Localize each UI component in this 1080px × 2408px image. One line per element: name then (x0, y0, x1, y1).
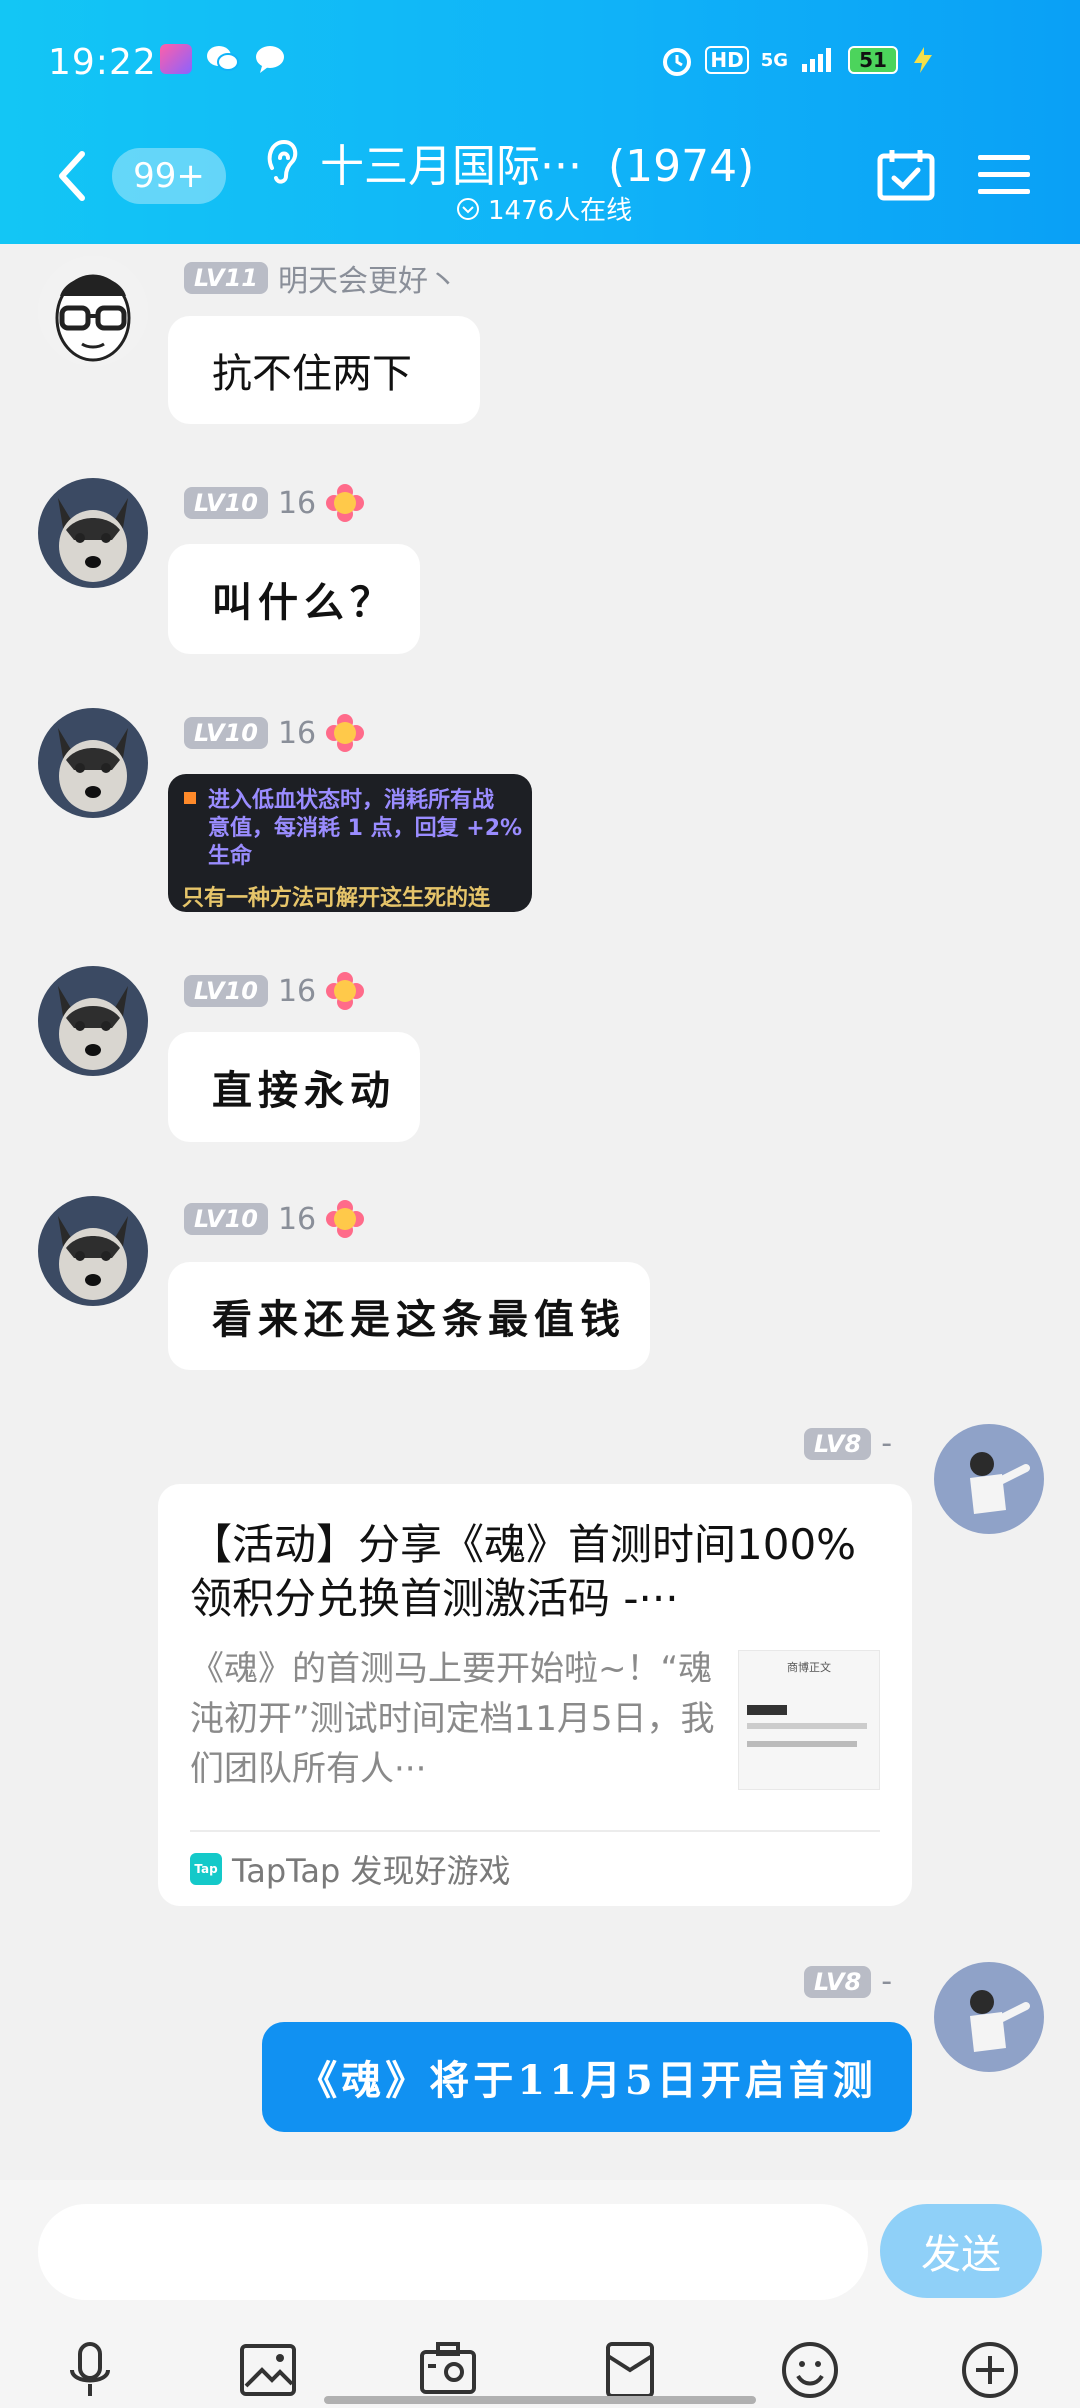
avatar[interactable] (38, 478, 148, 588)
home-indicator[interactable] (324, 2396, 756, 2404)
menu-icon[interactable] (976, 152, 1032, 198)
level-badge: LV8 (804, 1965, 872, 1998)
avatar[interactable] (38, 1196, 148, 1306)
avatar[interactable] (38, 256, 148, 366)
husky-avatar-icon (38, 478, 148, 588)
image-message[interactable]: 进入低血状态时，消耗所有战 意值，每消耗 1 点，回复 +2% 生命 只有一种方… (168, 774, 532, 912)
message-bubble[interactable]: 看来还是这条最值钱 (168, 1262, 650, 1370)
message-text: 直接永动 (212, 1067, 396, 1114)
sender-name[interactable]: 16 (278, 486, 316, 521)
status-system-icons: HD 5G 51 (661, 44, 936, 76)
chevron-down-circle-icon (457, 197, 479, 220)
status-app-icons (160, 44, 286, 74)
battery-icon: 51 (848, 46, 898, 74)
avatar[interactable] (38, 708, 148, 818)
message-meta: LV10 16 (184, 484, 365, 522)
sender-name[interactable]: - (881, 1964, 892, 1999)
sender-name[interactable]: - (881, 1426, 892, 1461)
calendar-check-icon[interactable] (876, 148, 936, 202)
message-icon (256, 46, 284, 73)
network-label: 5G (760, 49, 788, 71)
sender-name[interactable]: 16 (278, 716, 316, 751)
self-avatar[interactable] (934, 1962, 1044, 2072)
message-meta: LV11 明天会更好丶 (184, 256, 458, 300)
message-input[interactable] (38, 2204, 868, 2300)
message-text: 抗不住两下 (212, 351, 412, 397)
flower-face-icon (326, 484, 365, 522)
sender-name[interactable]: 明天会更好丶 (278, 256, 458, 300)
message-meta: LV10 16 (184, 1200, 365, 1238)
red-packet-icon[interactable] (600, 2340, 660, 2400)
husky-avatar-icon (38, 966, 148, 1076)
camera-icon[interactable] (418, 2340, 478, 2400)
message-meta: LV10 16 (184, 714, 365, 752)
message-meta: LV10 16 (184, 972, 365, 1010)
level-badge: LV10 (184, 487, 268, 519)
signal-icon (802, 48, 831, 72)
charging-icon (914, 47, 932, 73)
sender-name[interactable]: 16 (278, 974, 316, 1009)
person-avatar-icon (934, 1962, 1044, 2072)
status-time: 19:22 (48, 42, 157, 83)
person-avatar-icon (934, 1424, 1044, 1534)
message-text: 叫什么？ (212, 579, 396, 626)
avatar[interactable] (38, 966, 148, 1076)
message-bubble[interactable]: 直接永动 (168, 1032, 420, 1142)
hd-icon: HD (705, 46, 749, 74)
photo-icon[interactable] (238, 2340, 298, 2400)
glasses-cartoon-avatar-icon (38, 256, 148, 366)
message-bubble[interactable]: 叫什么？ (168, 544, 420, 654)
send-button[interactable]: 发送 (880, 2204, 1042, 2298)
card-divider (190, 1830, 880, 1832)
level-badge: LV10 (184, 1203, 268, 1235)
flower-face-icon (326, 714, 365, 752)
message-text: 《魂》将于11月5日开启首测 (297, 2057, 877, 2104)
image-text-line: 只有一种方法可解开这生死的连 (182, 886, 491, 911)
self-message-bubble[interactable]: 《魂》将于11月5日开启首测 (262, 2022, 912, 2132)
wechat-icon (207, 46, 239, 71)
card-thumbnail: 商博正文 (738, 1650, 880, 1790)
card-source: Tap TapTap 发现好游戏 (190, 1846, 511, 1892)
plus-icon[interactable] (960, 2340, 1020, 2400)
self-avatar[interactable] (934, 1424, 1044, 1534)
ear-icon (267, 139, 298, 184)
microphone-icon[interactable] (60, 2340, 120, 2400)
message-text: 看来还是这条最值钱 (212, 1296, 626, 1343)
message-meta: LV8 - (804, 1964, 892, 1999)
back-icon[interactable] (52, 148, 92, 204)
husky-avatar-icon (38, 708, 148, 818)
online-count[interactable]: 1476人在线 (456, 190, 632, 227)
message-meta: LV8 - (804, 1426, 892, 1461)
image-text-line: 意值，每消耗 1 点，回复 +2% (208, 816, 523, 841)
emoji-icon[interactable] (780, 2340, 840, 2400)
taptap-logo-icon: Tap (190, 1853, 222, 1885)
message-bubble[interactable]: 抗不住两下 (168, 316, 480, 424)
app-icon (160, 44, 192, 74)
flower-face-icon (326, 972, 365, 1010)
thumbnail-title: 商博正文 (787, 1661, 831, 1674)
bullet-icon (184, 792, 196, 804)
level-badge: LV10 (184, 717, 268, 749)
flower-face-icon (326, 1200, 365, 1238)
level-badge: LV8 (804, 1427, 872, 1460)
image-text-line: 生命 (208, 844, 253, 869)
input-toolbar (0, 2340, 1080, 2400)
husky-avatar-icon (38, 1196, 148, 1306)
sender-name[interactable]: 16 (278, 1202, 316, 1237)
level-badge: LV11 (184, 262, 268, 294)
chat-header: 19:22 HD 5G 51 99+ 十三月国际··· (1974) 1476人在… (0, 0, 1080, 244)
card-description: 《魂》的首测马上要开始啦~！“魂沌初开”测试时间定档11月5日，我们团队所有人·… (190, 1649, 715, 1789)
unread-badge[interactable]: 99+ (112, 148, 226, 204)
group-title[interactable]: 十三月国际··· (1974) (320, 130, 754, 194)
card-title: 【活动】分享《魂》首测时间100%领积分兑换首测激活码 -··· (190, 1520, 857, 1623)
level-badge: LV10 (184, 975, 268, 1007)
member-count: (1974) (607, 141, 755, 192)
input-area: 发送 (0, 2180, 1080, 2408)
share-card[interactable]: 【活动】分享《魂》首测时间100%领积分兑换首测激活码 -··· 《魂》的首测马… (158, 1484, 912, 1906)
card-source-label: TapTap 发现好游戏 (232, 1852, 511, 1890)
alarm-icon (663, 48, 692, 76)
